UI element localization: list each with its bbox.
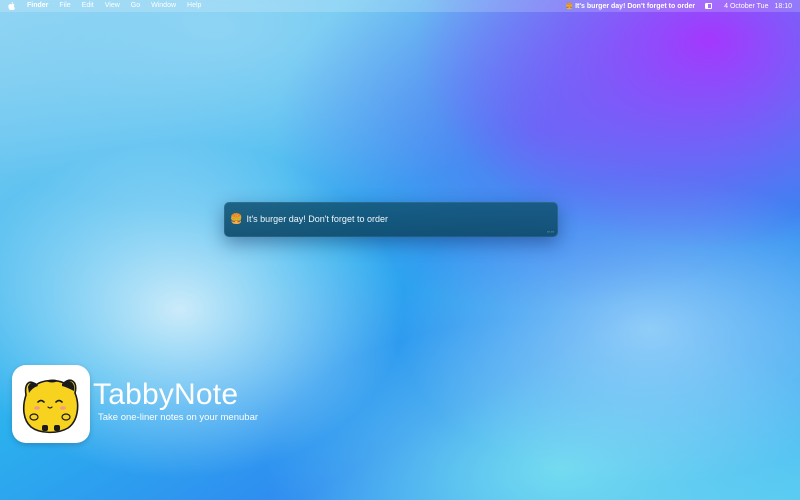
menu-bar-left: Finder File Edit View Go Window Help — [0, 0, 212, 12]
menu-window[interactable]: Window — [151, 0, 176, 12]
tabby-cat-icon — [12, 365, 90, 443]
app-tagline: Take one-liner notes on your menubar — [98, 412, 259, 423]
note-input[interactable]: 🍔 It's burger day! Don't forget to order — [230, 211, 530, 227]
menu-bar: Finder File Edit View Go Window Help 🍔 I… — [0, 0, 800, 12]
menubar-note-item[interactable]: 🍔 It's burger day! Don't forget to order — [566, 3, 695, 10]
menu-bar-right: 🍔 It's burger day! Don't forget to order… — [566, 3, 800, 10]
menubar-date[interactable]: 4 October Tue — [724, 3, 768, 10]
note-text: It's burger day! Don't forget to order — [246, 214, 388, 224]
menu-file[interactable]: File — [59, 0, 70, 12]
menu-edit[interactable]: Edit — [82, 0, 94, 12]
menubar-time[interactable]: 18:10 — [774, 3, 792, 10]
character-counter-icon: ▪▪ ▪▪ — [547, 229, 554, 234]
apple-icon[interactable] — [8, 2, 15, 11]
burger-emoji-icon: 🍔 — [565, 3, 574, 10]
menu-help[interactable]: Help — [187, 0, 201, 12]
menu-view[interactable]: View — [105, 0, 120, 12]
menubar-note-text: It's burger day! Don't forget to order — [575, 2, 696, 10]
sidebar-icon[interactable] — [705, 3, 713, 9]
menu-go[interactable]: Go — [131, 0, 140, 12]
note-popup: 🍔 It's burger day! Don't forget to order… — [224, 202, 558, 237]
app-name: TabbyNote — [93, 378, 239, 411]
menu-finder[interactable]: Finder — [27, 0, 48, 12]
burger-emoji-icon: 🍔 — [230, 213, 243, 225]
